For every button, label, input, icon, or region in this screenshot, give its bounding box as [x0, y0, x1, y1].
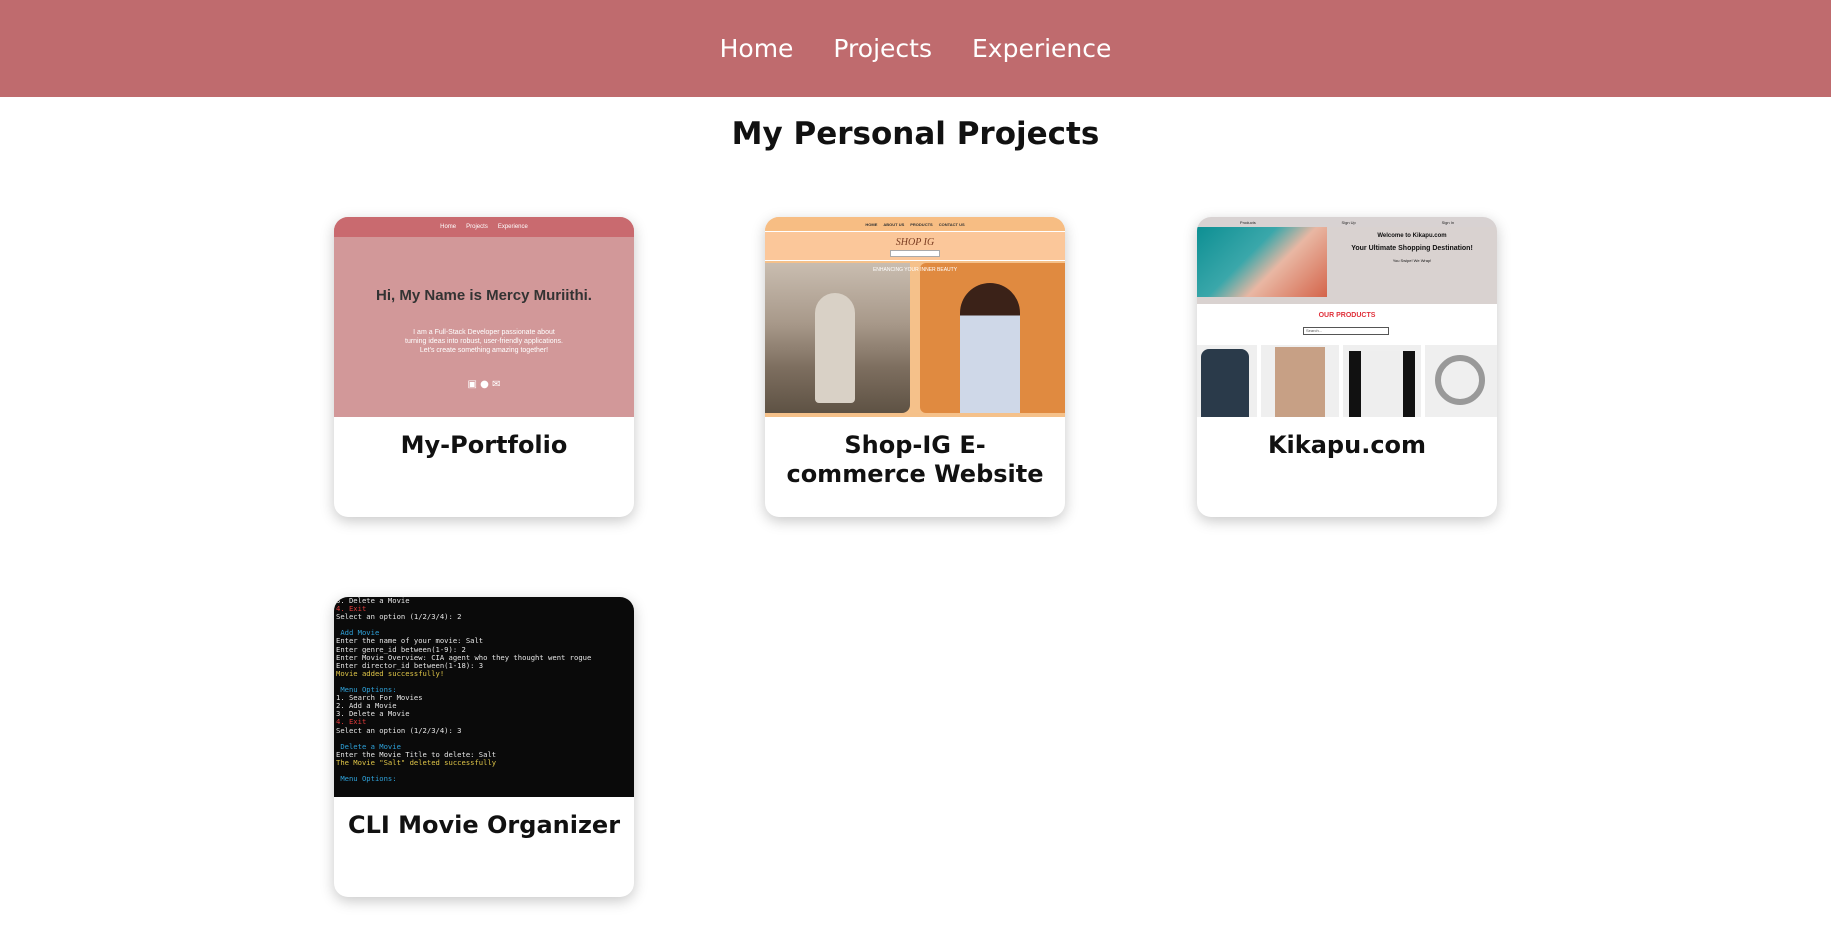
nav-projects-link[interactable]: Projects: [833, 34, 932, 63]
social-icons: ▣ ● ✉: [334, 379, 634, 390]
project-thumbnail: Products Sign Up Sign In Welcome to Kika…: [1197, 217, 1497, 417]
thumb-nav-item: Products: [1239, 219, 1256, 225]
thumb-nav-item: Home: [440, 224, 457, 230]
thumb-nav: HOME ABOUT US PRODUCTS CONTACT US: [765, 217, 1065, 231]
thumb-nav: Home Projects Experience: [334, 217, 634, 237]
thumb-figure: [960, 283, 1020, 413]
page-title: My Personal Projects: [731, 116, 1100, 152]
thumb-nav-item: HOME: [865, 221, 878, 227]
project-title: Kikapu.com: [1267, 431, 1427, 459]
project-card-my-portfolio[interactable]: Home Projects Experience Hi, My Name is …: [334, 217, 634, 517]
thumb-search-box: [890, 250, 940, 257]
thumb-product-jacket: [1261, 345, 1339, 417]
thumb-search: Search...: [1303, 327, 1389, 335]
project-thumbnail: HOME ABOUT US PRODUCTS CONTACT US SHOP I…: [765, 217, 1065, 417]
project-title: Shop-IG E-commerce Website: [786, 431, 1044, 488]
thumb-nav: Products Sign Up Sign In: [1197, 217, 1497, 227]
thumb-subheading: Your Ultimate Shopping Destination!: [1351, 245, 1473, 252]
thumb-nav-item: Sign In: [1441, 219, 1455, 225]
thumb-nav-item: Experience: [497, 224, 528, 230]
thumb-nav-item: PRODUCTS: [910, 221, 933, 227]
thumb-heading: Hi, My Name is Mercy Muriithi.: [376, 287, 592, 304]
thumb-banner-image: [1197, 227, 1327, 297]
linkedin-icon: ▣: [467, 379, 477, 390]
project-thumbnail: 3. Delete a Movie 4. Exit Select an option…: [334, 597, 634, 797]
thumb-welcome: Welcome to Kikapu.com: [1377, 233, 1447, 239]
thumb-product-bracelet: [1425, 345, 1497, 417]
thumb-figure: [815, 293, 855, 403]
thumb-banner: Welcome to Kikapu.com Your Ultimate Shop…: [1197, 227, 1497, 304]
project-thumbnail: Home Projects Experience Hi, My Name is …: [334, 217, 634, 417]
terminal-line: 3. Delete a Movie: [336, 709, 410, 719]
nav-experience-link[interactable]: Experience: [972, 34, 1111, 63]
thumb-product-shirt: [1343, 345, 1421, 417]
thumb-nav-item: CONTACT US: [938, 221, 965, 227]
thumb-nav-item: Projects: [466, 224, 488, 230]
thumb-description: I am a Full-Stack Developer passionate a…: [405, 329, 563, 354]
project-title: CLI Movie Organizer: [347, 811, 621, 839]
thumb-photo-right: [920, 263, 1065, 413]
thumb-nav-item: ABOUT US: [883, 221, 905, 227]
thumb-logo: SHOP IG: [895, 237, 935, 248]
terminal-line: 3. Delete a Movie: [336, 597, 410, 605]
thumb-nav-item: Sign Up: [1341, 219, 1356, 225]
terminal-line: Select an option (1/2/3/4): 2: [336, 612, 462, 622]
mail-icon: ✉: [492, 379, 501, 390]
project-title: My-Portfolio: [400, 431, 568, 459]
top-navigation: Home Projects Experience: [0, 0, 1831, 97]
thumb-small-text: You Swipe! We Wrap!: [1392, 258, 1432, 263]
terminal-line: Movie added successfully!: [336, 668, 445, 678]
thumb-tagline: ENHANCING YOUR INNER BEAUTY: [872, 267, 958, 273]
terminal-line: Select an option (1/2/3/4): 3: [336, 725, 462, 735]
project-card-cli-movie-organizer[interactable]: 3. Delete a Movie 4. Exit Select an option…: [334, 597, 634, 897]
nav-home-link[interactable]: Home: [720, 34, 794, 63]
thumb-products-heading: OUR PRODUCTS: [1318, 312, 1376, 319]
project-card-shop-ig[interactable]: HOME ABOUT US PRODUCTS CONTACT US SHOP I…: [765, 217, 1065, 517]
project-card-kikapu[interactable]: Products Sign Up Sign In Welcome to Kika…: [1197, 217, 1497, 517]
terminal-line: The Movie "Salt" deleted successfully: [336, 757, 497, 767]
github-icon: ●: [480, 379, 489, 390]
terminal-line: Menu Options:: [336, 774, 397, 784]
thumb-photo-left: [765, 263, 910, 413]
thumb-product-bag: [1197, 345, 1257, 417]
